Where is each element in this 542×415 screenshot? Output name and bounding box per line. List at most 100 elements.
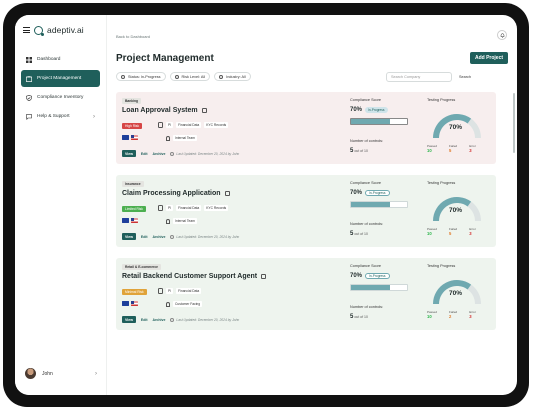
external-link-icon[interactable] (201, 108, 207, 113)
edit-link[interactable]: Edit (141, 318, 148, 322)
database-icon (158, 205, 163, 211)
edit-link[interactable]: Edit (141, 152, 148, 156)
stat-failed: Failed 5 (449, 144, 457, 153)
project-title[interactable]: Retail Backend Customer Support Agent (122, 273, 267, 280)
external-link-icon[interactable] (261, 274, 267, 279)
sidebar-item-help-support[interactable]: Help & Support › (21, 108, 100, 125)
external-link-icon[interactable] (224, 191, 230, 196)
sidebar-item-label: Help & Support (37, 114, 70, 119)
controls-value: 5 out of 10 (350, 231, 368, 237)
person-icon (166, 301, 170, 307)
tag-pi: PI (166, 122, 174, 128)
team-info: Internal Team (166, 135, 197, 141)
compliance-score-fill (351, 119, 391, 124)
project-title[interactable]: Loan Approval System (122, 107, 207, 114)
user-profile[interactable]: John › (25, 368, 97, 379)
industry-filter[interactable]: Industry: All (214, 72, 251, 81)
compliance-score-label: Compliance Score (350, 264, 382, 268)
database-icon (158, 288, 163, 294)
eu-flag-icon (122, 301, 129, 306)
clock-icon (170, 234, 175, 239)
bell-icon[interactable] (497, 30, 507, 40)
filter-icon (121, 74, 125, 79)
stat-value: 3 (469, 231, 472, 236)
controls-label: Number of controls: (350, 139, 384, 143)
region-flags (122, 301, 138, 306)
sidebar-item-dashboard[interactable]: Dashboard (21, 51, 100, 68)
us-flag-icon (131, 218, 138, 223)
compliance-score-bar (350, 284, 408, 291)
compliance-score-bar (350, 201, 408, 208)
data-tags: PI Financial Data KYC Records (158, 122, 229, 128)
status-filter-label: Status: In-Progress (128, 74, 161, 79)
risk-badge: Minimal Risk (122, 289, 147, 295)
controls-label: Number of controls: (350, 305, 384, 309)
project-icon (26, 75, 32, 82)
shield-check-icon (26, 94, 32, 101)
last-updated: Last Updated: December 20, 2024 by John (170, 151, 239, 156)
compliance-score-value: 70% (350, 273, 363, 279)
clock-icon (170, 317, 175, 322)
stat-value: 5 (449, 148, 452, 153)
risk-filter[interactable]: Risk Level: All (169, 72, 211, 81)
tag: KYC Records (204, 205, 229, 211)
logo-icon (34, 25, 44, 36)
last-updated: Last Updated: December 20, 2024 by John (170, 317, 239, 322)
tag: KYC Records (204, 122, 229, 128)
stat-value: 3 (469, 148, 472, 153)
view-button[interactable]: View (122, 150, 136, 157)
archive-link[interactable]: Archive (153, 318, 166, 322)
risk-badge: Limited Risk (122, 206, 146, 212)
testing-progress-value: 70% (449, 207, 463, 214)
search-placeholder: Search Company (391, 75, 421, 79)
controls-suffix: out of 10 (354, 315, 368, 319)
testing-progress-value: 70% (449, 124, 463, 131)
status-filter[interactable]: Status: In-Progress (116, 72, 166, 81)
stat-passed: Passed 10 (427, 144, 437, 153)
brand-logo: adeptiv.ai (47, 25, 84, 35)
sidebar-item-compliance-inventory[interactable]: Compliance Inventory (21, 89, 100, 106)
view-button[interactable]: View (122, 233, 136, 240)
search-input[interactable]: Search Company (386, 72, 452, 82)
status-badge: In-Progress (365, 190, 390, 196)
card-actions: View Edit Archive Last Updated: December… (122, 233, 239, 240)
hamburger-menu-icon[interactable] (23, 27, 30, 33)
person-icon (166, 218, 170, 224)
stat-error: Error 3 (469, 144, 476, 153)
search-button[interactable]: Search (457, 72, 473, 82)
logo-row: adeptiv.ai (15, 15, 106, 45)
risk-badge: High Risk (122, 123, 143, 129)
project-card: Insurance Claim Processing Application L… (116, 175, 496, 247)
controls-suffix: out of 10 (354, 232, 368, 236)
test-stats: Passed 10 Failed 5 Error 3 (427, 227, 476, 236)
dashboard-icon (26, 56, 32, 63)
project-title[interactable]: Claim Processing Application (122, 190, 230, 197)
back-to-dashboard-link[interactable]: Back to Dashboard (116, 34, 150, 39)
testing-progress-label: Testing Progress (427, 264, 456, 268)
edit-link[interactable]: Edit (141, 235, 148, 239)
filter-bar: Status: In-Progress Risk Level: All Indu… (116, 72, 251, 81)
us-flag-icon (131, 301, 138, 306)
chat-icon (26, 113, 32, 120)
stat-value: 5 (449, 231, 452, 236)
compliance-score-fill (351, 285, 391, 290)
view-button[interactable]: View (122, 316, 136, 323)
tag: Financial Data (176, 205, 202, 211)
compliance-score-fill (351, 202, 391, 207)
add-project-button[interactable]: Add Project (470, 52, 508, 64)
app-screen: adeptiv.ai Dashboard Project Management … (15, 15, 517, 395)
archive-link[interactable]: Archive (153, 152, 166, 156)
user-name: John (42, 370, 53, 377)
person-icon (166, 135, 170, 141)
project-title-text: Loan Approval System (122, 107, 198, 114)
data-tags: PI Financial Data (158, 288, 202, 294)
controls-label: Number of controls: (350, 222, 384, 226)
avatar (25, 368, 36, 379)
last-updated-text: Last Updated: December 20, 2024 by John (176, 234, 240, 239)
sidebar-item-project-management[interactable]: Project Management (21, 70, 100, 87)
scrollbar[interactable] (513, 93, 515, 153)
risk-filter-label: Risk Level: All (181, 74, 206, 79)
testing-progress-label: Testing Progress (427, 181, 456, 185)
archive-link[interactable]: Archive (153, 235, 166, 239)
team-info: Customer Facing (166, 301, 203, 307)
